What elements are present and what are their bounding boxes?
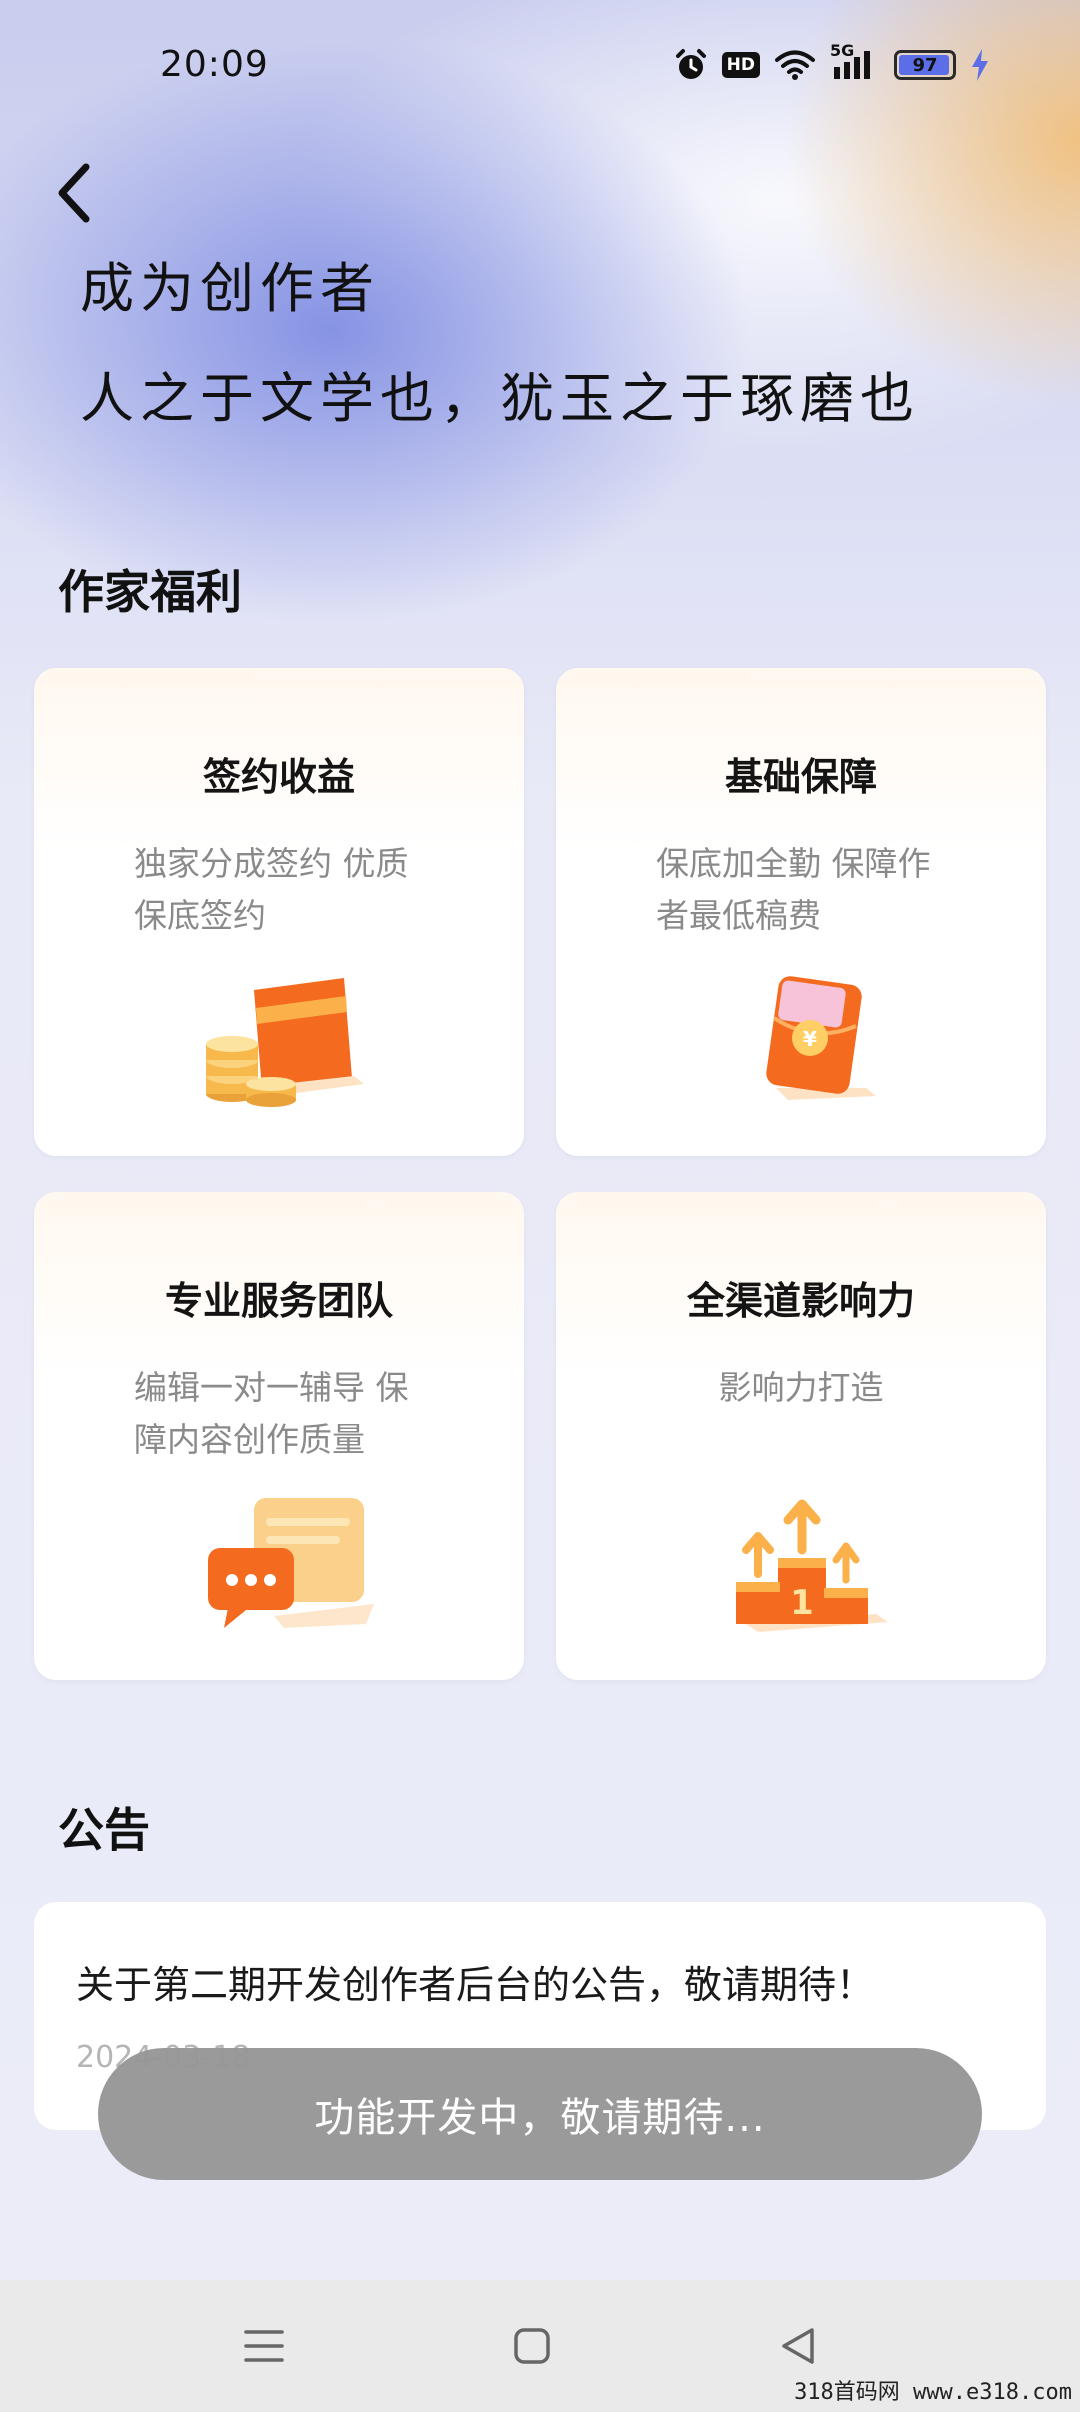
benefit-card-title: 全渠道影响力 <box>686 1279 915 1323</box>
back-button[interactable] <box>52 158 122 228</box>
benefit-card-signing[interactable]: 签约收益 独家分成签约 优质保底签约 <box>34 668 524 1156</box>
battery-level: 97 <box>912 54 938 76</box>
status-icons: HD 5G 97 <box>674 41 990 82</box>
chevron-left-icon <box>58 163 90 223</box>
svg-text:1: 1 <box>790 1583 814 1623</box>
announcement-title: 关于第二期开发创作者后台的公告，敬请期待！ <box>76 1963 875 2007</box>
home-icon <box>514 2328 550 2364</box>
charging-bolt-icon <box>970 48 990 82</box>
podium-arrows-icon: 1 <box>716 1492 896 1642</box>
benefit-card-desc: 独家分成签约 优质保底签约 <box>134 844 409 935</box>
benefits-section-title: 作家福利 <box>58 565 242 619</box>
chat-bubble-icon <box>194 1492 374 1642</box>
battery-icon: 97 <box>894 50 956 80</box>
benefit-card-influence[interactable]: 全渠道影响力 影响力打造 1 <box>556 1192 1046 1680</box>
alarm-icon <box>674 48 708 82</box>
screen: 20:09 HD 5G 97 成为创作者 人之于文学也，犹玉之于琢磨也 作家福利… <box>0 0 1080 2412</box>
announcements-section-title: 公告 <box>58 1803 150 1857</box>
benefit-card-title: 专业服务团队 <box>164 1279 393 1323</box>
wifi-icon <box>774 49 816 81</box>
benefit-card-guarantee[interactable]: 基础保障 保底加全勤 保障作者最低稿费 ¥ <box>556 668 1046 1156</box>
hd-icon: HD <box>721 52 760 78</box>
cellular-signal-icon: 5G <box>830 41 880 81</box>
red-envelope-icon: ¥ <box>716 968 896 1118</box>
system-nav-bar: 318首码网 www.e318.com <box>0 2280 1080 2412</box>
menu-icon <box>244 2330 284 2362</box>
back-triangle-icon <box>782 2328 814 2364</box>
benefit-card-desc: 编辑一对一辅导 保障内容创作质量 <box>134 1368 409 1459</box>
toast-message: 功能开发中，敬请期待... <box>98 2048 982 2180</box>
page-title: 成为创作者 <box>80 257 380 320</box>
nav-home-button[interactable] <box>502 2316 562 2376</box>
watermark-text: 318首码网 www.e318.com <box>794 2380 1072 2405</box>
nav-back-button[interactable] <box>768 2316 828 2376</box>
card-coins-icon <box>194 968 374 1118</box>
benefit-card-title: 签约收益 <box>202 755 355 799</box>
svg-text:¥: ¥ <box>803 1027 817 1051</box>
benefit-card-title: 基础保障 <box>724 755 877 799</box>
benefit-card-desc: 保底加全勤 保障作者最低稿费 <box>656 844 931 935</box>
nav-menu-button[interactable] <box>234 2316 294 2376</box>
benefit-card-service-team[interactable]: 专业服务团队 编辑一对一辅导 保障内容创作质量 <box>34 1192 524 1680</box>
page-subtitle: 人之于文学也，犹玉之于琢磨也 <box>80 367 920 430</box>
network-type-label: 5G <box>830 41 855 60</box>
battery-body: 97 <box>894 50 956 80</box>
status-time: 20:09 <box>160 44 269 85</box>
benefit-card-desc: 影响力打造 <box>718 1368 884 1407</box>
status-bar: 20:09 HD 5G 97 <box>0 0 1080 140</box>
